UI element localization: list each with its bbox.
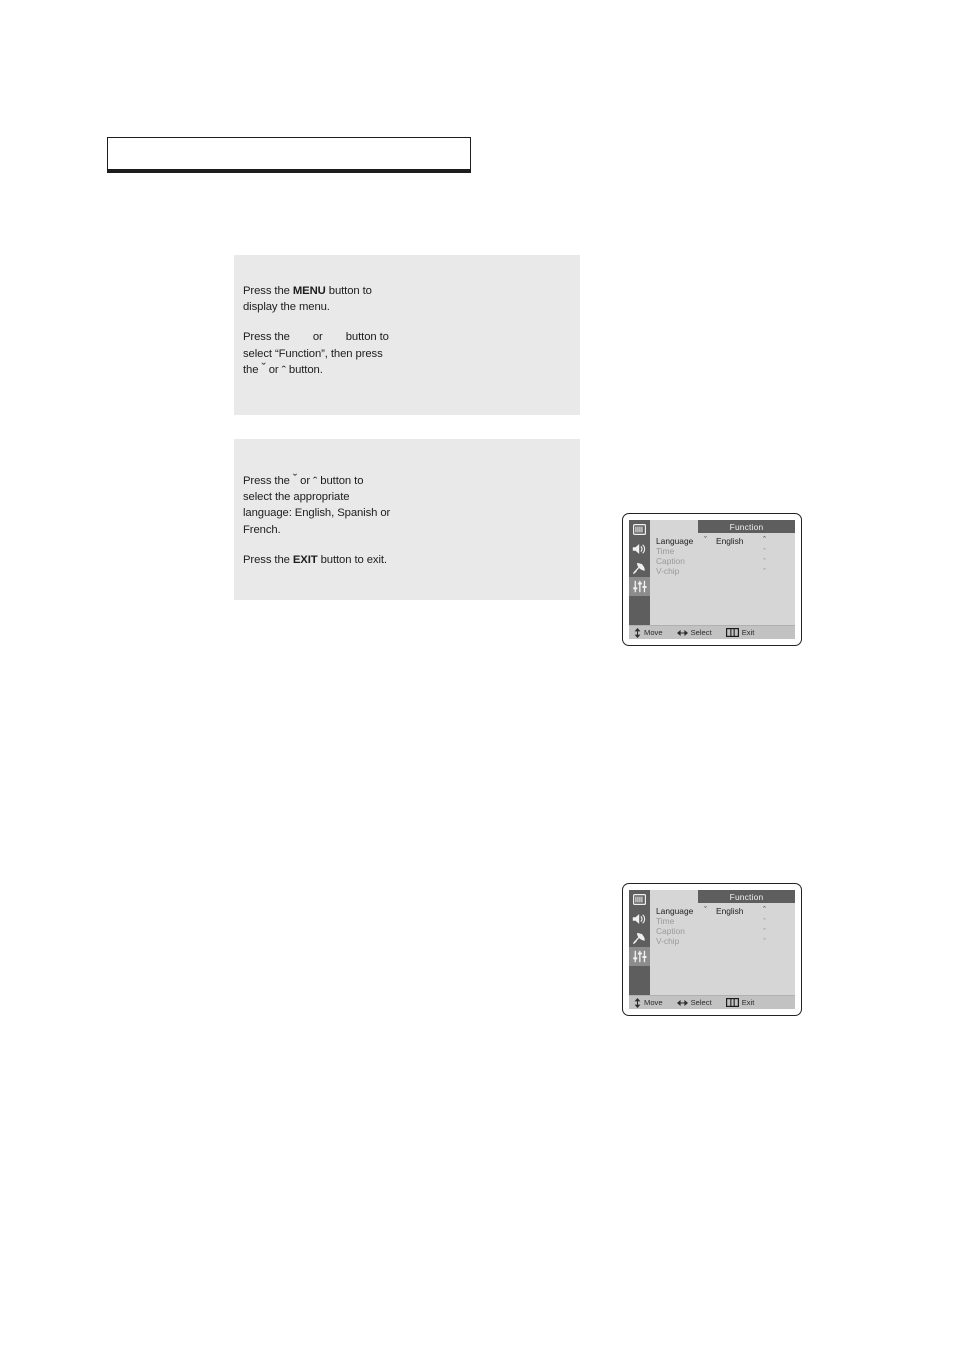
osd-sound-speaker-icon-1[interactable]	[629, 539, 650, 558]
exit-menu-icon	[725, 628, 739, 637]
osd-row-caret-up-icon[interactable]: ˆ	[763, 558, 766, 567]
page-title	[108, 138, 470, 154]
select-leftright-icon	[676, 999, 688, 1007]
osd-hint-label: Exit	[741, 998, 755, 1007]
osd-hint-label: Move	[644, 998, 663, 1007]
osd-row-label: Time	[656, 546, 675, 556]
instruction-step-panel-2: Press the ˇ or ˆ button to select the ap…	[234, 439, 802, 1016]
osd-icon-rail-filler-1	[629, 596, 650, 625]
tv-screen-mock-2: Function Language ˇ English ˆ Time ˆ Caption ˆ V…	[622, 883, 802, 1016]
osd-body-1: Function Language ˇ English ˆ Time ˆ Caption ˆ V…	[629, 520, 795, 625]
osd-hint-exit-2: Exit	[725, 998, 755, 1007]
exit-menu-icon	[725, 998, 739, 1007]
osd-row-caret-up-icon[interactable]: ˆ	[763, 568, 766, 577]
step-2-paragraph-1: Press the ˇ or ˆ button to select the ap…	[243, 471, 391, 536]
osd-row-time-1[interactable]: Time ˆ	[650, 546, 795, 557]
osd-row-caret-up-icon[interactable]: ˆ	[763, 928, 766, 937]
osd-row-caret-up-icon[interactable]: ˆ	[763, 918, 766, 927]
osd-row-language-2[interactable]: Language ˇ English ˆ	[650, 906, 795, 917]
osd-icon-rail-filler-2	[629, 966, 650, 995]
osd-hint-label: Select	[690, 628, 712, 637]
osd-row-value: English	[716, 536, 744, 546]
osd-row-caret-up-icon[interactable]: ˆ	[763, 548, 766, 557]
step-2-paragraph-2: Press the EXIT button to exit.	[243, 553, 387, 566]
select-leftright-icon	[676, 629, 688, 637]
osd-title-1: Function	[729, 521, 764, 532]
step-1-paragraph-2: Press the or button to select “Function”…	[243, 331, 389, 378]
osd-row-v-chip-1[interactable]: V-chip ˆ	[650, 566, 795, 577]
osd-row-label: V-chip	[656, 936, 680, 946]
osd-row-list-2: Language ˇ English ˆ Time ˆ Caption ˆ V-chip ˆ	[650, 906, 795, 947]
osd-hint-move-1: Move	[634, 627, 663, 638]
osd-row-caption-2[interactable]: Caption ˆ	[650, 926, 795, 937]
step-1-paragraph-1: Press the MENU button to display the men…	[243, 285, 372, 314]
osd-function-sliders-icon-1[interactable]	[629, 577, 650, 596]
button-name-exit: EXIT	[292, 553, 318, 566]
move-updown-icon	[634, 627, 641, 638]
osd-row-caret-up-icon[interactable]: ˆ	[763, 938, 766, 947]
osd-row-v-chip-2[interactable]: V-chip ˆ	[650, 936, 795, 947]
osd-row-value: English	[716, 906, 744, 916]
osd-menu-area-1: Function Language ˇ English ˆ Time ˆ Caption ˆ V…	[650, 520, 795, 625]
osd-hint-select-1: Select	[676, 628, 712, 637]
osd-row-caption-1[interactable]: Caption ˆ	[650, 556, 795, 567]
osd-menu-area-2: Function Language ˇ English ˆ Time ˆ Caption ˆ V…	[650, 890, 795, 995]
osd-hint-label: Select	[690, 998, 712, 1007]
osd-body-2: Function Language ˇ English ˆ Time ˆ Caption ˆ V…	[629, 890, 795, 995]
osd-row-list-1: Language ˇ English ˆ Time ˆ Caption ˆ V-chip ˆ	[650, 536, 795, 577]
osd-row-label: Caption	[656, 926, 685, 936]
osd-screen-2: Function Language ˇ English ˆ Time ˆ Caption ˆ V…	[629, 890, 795, 1009]
osd-channel-antenna-icon-1[interactable]	[629, 558, 650, 577]
osd-row-caret-down-icon[interactable]: ˇ	[704, 906, 707, 915]
instruction-step-panel-1: Press the MENU button to display the men…	[234, 255, 802, 646]
osd-screen-1: Function Language ˇ English ˆ Time ˆ Caption ˆ V…	[629, 520, 795, 639]
tv-screen-mock-1: Function Language ˇ English ˆ Time ˆ Caption ˆ V…	[622, 513, 802, 646]
osd-row-label: Language	[656, 536, 694, 546]
osd-title-2: Function	[729, 891, 764, 902]
osd-title-bar-2: Function	[698, 890, 795, 903]
osd-row-caret-up-icon[interactable]: ˆ	[763, 906, 766, 915]
osd-row-label: V-chip	[656, 566, 680, 576]
osd-icon-rail-1	[629, 520, 650, 625]
osd-picture-icon-2[interactable]	[629, 890, 650, 909]
osd-hint-move-2: Move	[634, 997, 663, 1008]
osd-hint-bar-1: Move Select Exit	[629, 625, 795, 639]
move-updown-icon	[634, 997, 641, 1008]
page-title-box	[107, 137, 471, 173]
osd-hint-select-2: Select	[676, 998, 712, 1007]
osd-picture-icon-1[interactable]	[629, 520, 650, 539]
osd-icon-rail-2	[629, 890, 650, 995]
button-name-menu: MENU	[292, 285, 326, 297]
step-2-text: Press the ˇ or ˆ button to select the ap…	[243, 471, 391, 568]
osd-row-time-2[interactable]: Time ˆ	[650, 916, 795, 927]
osd-title-bar-1: Function	[698, 520, 795, 533]
osd-hint-exit-1: Exit	[725, 628, 755, 637]
osd-row-caret-up-icon[interactable]: ˆ	[763, 536, 766, 545]
osd-hint-label: Exit	[741, 628, 755, 637]
osd-row-label: Caption	[656, 556, 685, 566]
osd-row-caret-down-icon[interactable]: ˇ	[704, 536, 707, 545]
osd-hint-label: Move	[644, 628, 663, 637]
osd-hint-bar-2: Move Select Exit	[629, 995, 795, 1009]
osd-row-label: Language	[656, 906, 694, 916]
step-1-text: Press the MENU button to display the men…	[243, 283, 391, 378]
osd-channel-antenna-icon-2[interactable]	[629, 928, 650, 947]
osd-row-label: Time	[656, 916, 675, 926]
osd-sound-speaker-icon-2[interactable]	[629, 909, 650, 928]
osd-row-language-1[interactable]: Language ˇ English ˆ	[650, 536, 795, 547]
osd-function-sliders-icon-2[interactable]	[629, 947, 650, 966]
